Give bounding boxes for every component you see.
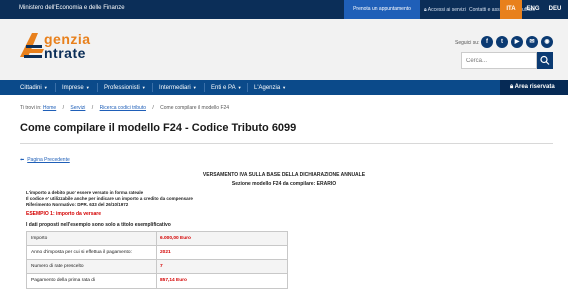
example-table: Importo 6.000,00 Euro Anno d'imposta per… bbox=[26, 231, 288, 289]
ministry-label[interactable]: Ministero dell'Economia e delle Finanze bbox=[19, 5, 125, 11]
lang-eng[interactable]: ENG bbox=[522, 0, 544, 19]
arrow-left-icon: ⬅ bbox=[20, 157, 25, 163]
example-heading: ESEMPIO 1: importo da versare bbox=[26, 211, 102, 217]
access-services-link[interactable]: 🔒︎ Accessi ai servizi bbox=[424, 7, 466, 13]
chevron-down-icon: ▼ bbox=[192, 85, 197, 90]
row-label: Anno d'imposta per cui si effettua il pa… bbox=[27, 246, 157, 259]
table-row: Anno d'imposta per cui si effettua il pa… bbox=[27, 246, 287, 260]
breadcrumb-current: Come compilare il modello F24 bbox=[160, 105, 230, 111]
nav-divider bbox=[247, 83, 248, 92]
nav-item-cittadini[interactable]: Cittadini ▼ bbox=[20, 80, 48, 95]
chevron-down-icon: ▼ bbox=[85, 85, 90, 90]
lang-ita[interactable]: ITA bbox=[500, 0, 522, 19]
nav-divider bbox=[152, 83, 153, 92]
facebook-icon[interactable]: f bbox=[481, 36, 493, 48]
table-row: Numero di rate prescelto 7 bbox=[27, 260, 287, 274]
row-value: 7 bbox=[160, 264, 163, 269]
header: genzia ntrate Seguici su: f t ▶ ✉ ◉ bbox=[0, 19, 568, 80]
breadcrumb-home[interactable]: Home bbox=[43, 105, 56, 111]
search-button[interactable] bbox=[537, 52, 553, 69]
nav-item-enti-pa[interactable]: Enti e PA ▼ bbox=[211, 80, 242, 95]
youtube-icon[interactable]: ▶ bbox=[511, 36, 523, 48]
lock-icon: 🔒︎ bbox=[510, 84, 514, 90]
note-line: Riferimento Normativo: DPR. 633 del 26/1… bbox=[26, 202, 129, 207]
row-value: 6.000,00 Euro bbox=[160, 236, 191, 241]
row-value: 2021 bbox=[160, 250, 171, 255]
chevron-down-icon: ▼ bbox=[43, 85, 48, 90]
chevron-down-icon: ▼ bbox=[282, 85, 287, 90]
nav-item-professionisti[interactable]: Professionisti ▼ bbox=[104, 80, 146, 95]
nav-divider bbox=[55, 83, 56, 92]
search-icon bbox=[540, 55, 550, 65]
row-label: Numero di rate prescelto bbox=[27, 260, 157, 273]
email-icon[interactable]: ✉ bbox=[526, 36, 538, 48]
follow-us-label: Seguici su: bbox=[455, 40, 480, 46]
breadcrumb-ricerca[interactable]: Ricerca codici tributo bbox=[100, 105, 146, 111]
nav-item-imprese[interactable]: Imprese ▼ bbox=[62, 80, 90, 95]
note-line: L'importo a debito puo' essere versato i… bbox=[26, 190, 144, 195]
table-row: Importo 6.000,00 Euro bbox=[27, 232, 287, 246]
table-row: Pagamento della prima rata di 857,14 Eur… bbox=[27, 274, 287, 288]
reserved-area-button[interactable]: 🔒︎ Area riservata bbox=[500, 80, 568, 95]
lock-icon: 🔒︎ bbox=[424, 7, 427, 13]
note-line: Il codice e' utilizzabile anche per indi… bbox=[26, 196, 193, 201]
back-link[interactable]: ⬅ Pagina Precedente bbox=[20, 157, 70, 163]
nav-item-agenzia[interactable]: L'Agenzia ▼ bbox=[254, 80, 286, 95]
row-value: 857,14 Euro bbox=[160, 278, 187, 283]
rss-icon[interactable]: ◉ bbox=[541, 36, 553, 48]
search-input[interactable] bbox=[461, 52, 537, 69]
chevron-down-icon: ▼ bbox=[141, 85, 146, 90]
lang-deu[interactable]: DEU bbox=[544, 0, 566, 19]
nav-divider bbox=[204, 83, 205, 92]
doc-title: VERSAMENTO IVA SULLA BASE DELLA DICHIARA… bbox=[202, 172, 366, 178]
title-divider bbox=[20, 143, 553, 144]
agenzia-entrate-logo[interactable]: genzia ntrate bbox=[18, 31, 113, 67]
row-label: Importo bbox=[27, 232, 157, 245]
twitter-icon[interactable]: t bbox=[496, 36, 508, 48]
logo-line-2: ntrate bbox=[44, 45, 86, 61]
chevron-down-icon: ▼ bbox=[237, 85, 242, 90]
nav-item-intermediari[interactable]: Intermediari ▼ bbox=[159, 80, 197, 95]
data-heading: I dati proposti nell'esempio sono solo a… bbox=[26, 222, 171, 228]
breadcrumb-servizi[interactable]: Servizi bbox=[70, 105, 85, 111]
page-title: Come compilare il modello F24 - Codice T… bbox=[20, 122, 297, 134]
breadcrumb: Ti trovi in: Home / Servizi / Ricerca co… bbox=[20, 105, 230, 111]
nav-divider bbox=[97, 83, 98, 92]
row-label: Pagamento della prima rata di bbox=[27, 274, 157, 288]
appointment-button[interactable]: Prenota un appuntamento bbox=[344, 0, 420, 19]
doc-subtitle: Sezione modello F24 da compilare: ERARIO bbox=[231, 181, 337, 187]
